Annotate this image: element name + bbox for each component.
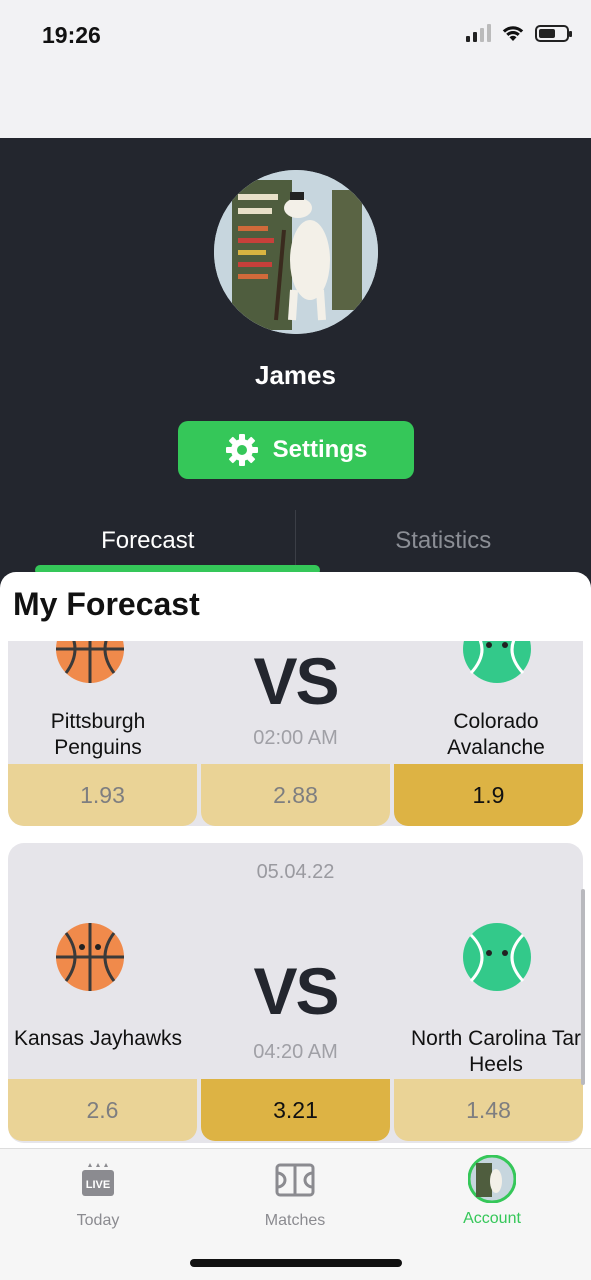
battery-icon [535,24,572,42]
tabbar-label-today: Today [76,1212,120,1229]
avatar-icon [467,1154,517,1204]
live-tv-icon: LIVE [82,1163,114,1196]
tabbar-label-account: Account [463,1210,521,1227]
match-time: 04:20 AM [253,1041,338,1063]
odd-draw-button[interactable]: 2.88 [201,764,390,826]
odds-row: 1.93 2.88 1.9 [8,764,583,826]
vs-label: VS [253,644,339,718]
avatar [214,170,378,334]
profile-header: James Settings Forecast Statistics [0,138,591,578]
user-name: James [255,360,336,390]
tab-divider [295,510,296,565]
settings-label: Settings [272,436,368,463]
tabbar-item-account[interactable]: Account [432,1154,552,1228]
wifi-icon [502,26,524,41]
court-icon [275,1163,315,1197]
tabbar-item-today[interactable]: LIVE Today [38,1161,158,1230]
odd-home-button[interactable]: 1.93 [8,764,197,826]
match-list[interactable]: VS Pittsburgh Penguins Colorado Avalanch… [0,641,591,1152]
cellular-signal-icon [466,24,491,42]
scrollbar[interactable] [581,889,585,1085]
tabbar-label-matches: Matches [264,1212,326,1229]
tabbar-item-matches[interactable]: Matches [235,1161,355,1230]
sheet-title: My Forecast [13,586,200,622]
odd-home-button[interactable]: 2.6 [8,1079,197,1141]
svg-text:LIVE: LIVE [86,1179,110,1191]
status-icons [466,24,572,42]
match-card[interactable]: VS Pittsburgh Penguins Colorado Avalanch… [8,641,583,826]
odds-row: 2.6 3.21 1.48 [8,1079,583,1141]
odd-away-button[interactable]: 1.48 [394,1079,583,1141]
match-time: 02:00 AM [253,727,338,749]
odd-draw-button[interactable]: 3.21 [201,1079,390,1141]
profile-tabs: Forecast Statistics [0,510,591,578]
tab-statistics[interactable]: Statistics [296,510,591,578]
status-time: 19:26 [42,22,101,48]
forecast-sheet: My Forecast VS Pittsburgh Penguins Color… [0,572,591,1152]
status-bar: 19:26 [0,0,591,138]
match-card[interactable]: 05.04.22 VS Kansas Jayhawks North Caroli… [8,843,583,1143]
gear-icon [225,434,258,466]
home-indicator [190,1259,402,1267]
odd-away-button[interactable]: 1.9 [394,764,583,826]
avatar-dog-illustration-icon [214,170,378,334]
match-date: 05.04.22 [256,861,335,883]
settings-button[interactable]: Settings [178,421,414,479]
vs-label: VS [253,954,339,1028]
